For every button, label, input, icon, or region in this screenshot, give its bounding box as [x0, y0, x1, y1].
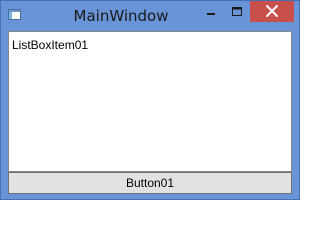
client-area: ListBoxItem01 Button01: [8, 31, 292, 194]
title-bar[interactable]: MainWindow: [1, 1, 299, 31]
maximize-button[interactable]: [224, 1, 250, 22]
maximize-icon: [232, 7, 242, 16]
main-window: MainWindow ListBoxItem01 Button01: [0, 0, 300, 200]
close-icon: [266, 5, 278, 17]
minimize-button[interactable]: [198, 1, 224, 22]
button01[interactable]: Button01: [8, 172, 292, 194]
list-box[interactable]: ListBoxItem01: [8, 31, 292, 172]
close-button[interactable]: [250, 1, 294, 22]
list-item-listboxitem01[interactable]: ListBoxItem01: [12, 37, 88, 53]
minimize-icon: [207, 13, 215, 15]
